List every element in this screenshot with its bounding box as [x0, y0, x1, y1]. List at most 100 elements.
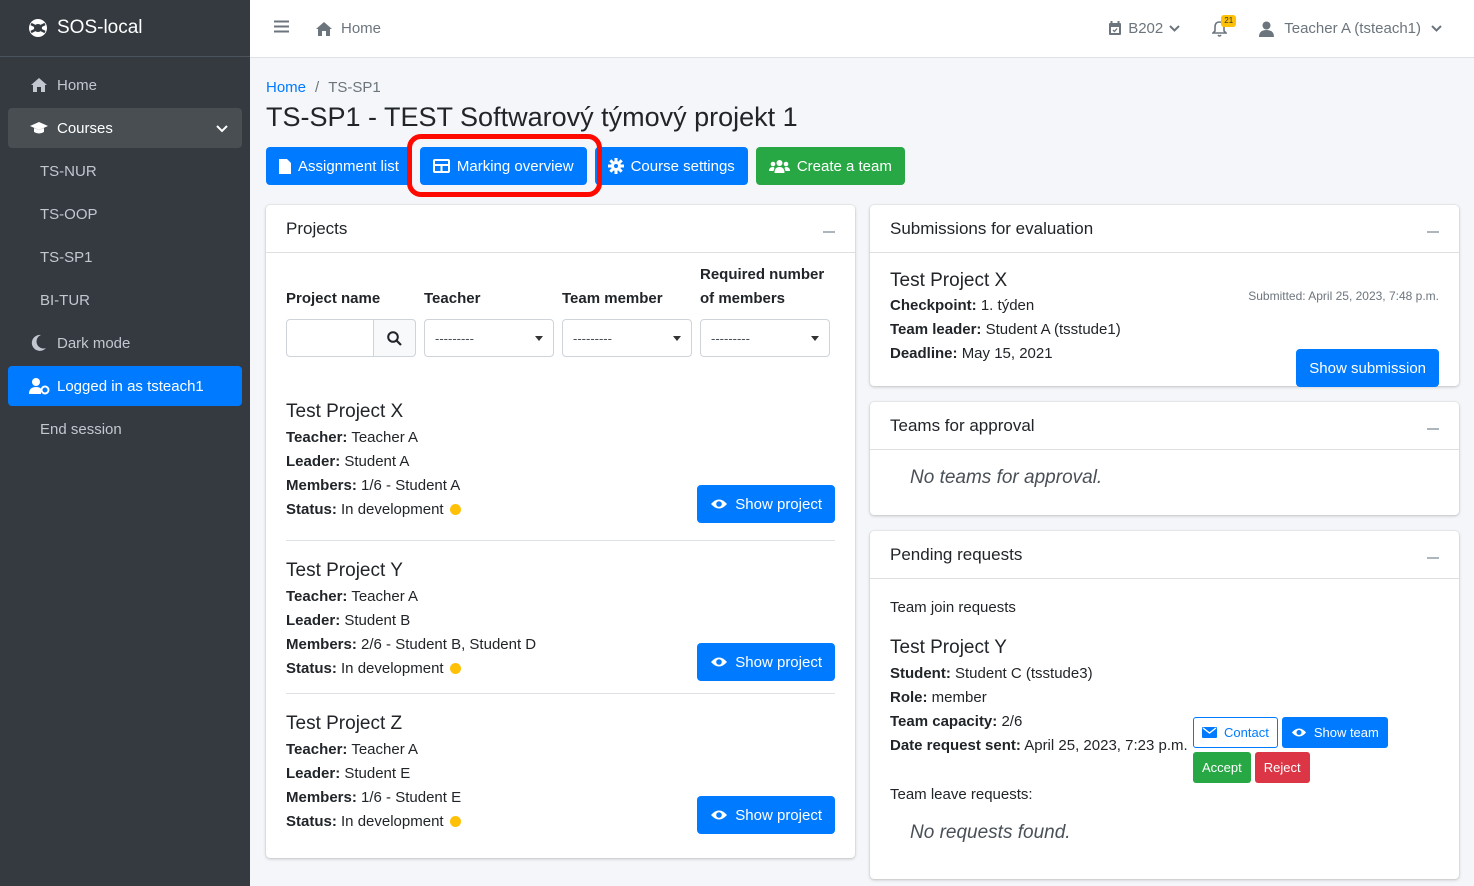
project-name-input[interactable]	[286, 319, 374, 357]
topbar-home-label: Home	[341, 20, 382, 37]
project-filters: Project name Teacher --------- Team memb…	[286, 266, 835, 357]
field-value: Student B	[344, 612, 411, 629]
collapse-icon[interactable]	[823, 230, 835, 233]
breadcrumb-home-link[interactable]: Home	[266, 79, 306, 96]
field-value: In development	[341, 813, 444, 830]
project-teacher: Teacher: Teacher A	[286, 585, 835, 609]
assignment-list-label: Assignment list	[298, 157, 399, 175]
eye-icon	[711, 499, 728, 509]
field-value: 1/6 - Student E	[361, 789, 462, 806]
field-value: 1. týden	[980, 297, 1035, 314]
field-label: Status:	[286, 813, 337, 830]
submissions-card-title: Submissions for evaluation	[890, 218, 1094, 238]
notifications-button[interactable]: 21	[1212, 14, 1237, 37]
project-item: Test Project Z Teacher: Teacher A Leader…	[286, 694, 835, 847]
envelope-icon	[1202, 727, 1217, 738]
sidebar-item-ts-sp1[interactable]: TS-SP1	[8, 237, 242, 277]
sidebar-item-label: TS-SP1	[40, 248, 93, 266]
sidebar-item-home[interactable]: Home	[8, 65, 242, 105]
room-dropdown[interactable]: B202	[1108, 20, 1180, 37]
field-label: Members:	[286, 477, 357, 494]
field-label: Leader:	[286, 612, 341, 629]
menu-icon[interactable]	[274, 20, 289, 37]
sidebar-item-ts-oop[interactable]: TS-OOP	[8, 194, 242, 234]
create-team-button[interactable]: Create a team	[755, 147, 905, 185]
field-label: Date request sent:	[890, 737, 1021, 754]
action-buttons: Assignment list Marking overview Course …	[266, 134, 1458, 197]
field-value: Teacher A	[351, 741, 419, 758]
breadcrumb-separator: /	[315, 79, 320, 96]
team-member-select[interactable]: ---------	[562, 319, 692, 357]
user-icon	[1259, 21, 1275, 37]
collapse-icon[interactable]	[1427, 556, 1439, 559]
field-label: Teacher:	[286, 588, 348, 605]
chevron-down-icon	[216, 120, 228, 137]
field-label: Status:	[286, 501, 337, 518]
leave-requests-empty-text: No requests found.	[910, 822, 1071, 843]
approval-card-title: Teams for approval	[890, 415, 1035, 435]
breadcrumb-current: TS-SP1	[328, 79, 381, 96]
sidebar-item-logged-in[interactable]: Logged in as tsteach1	[8, 366, 242, 406]
approval-empty-text: No teams for approval.	[910, 467, 1103, 488]
show-project-button[interactable]: Show project	[697, 643, 835, 681]
topbar-home-link[interactable]: Home	[315, 20, 381, 37]
field-value: In development	[341, 660, 444, 677]
submission-timestamp: Submitted: April 25, 2023, 7:48 p.m.	[1248, 289, 1439, 303]
select-value: ---------	[435, 330, 474, 346]
show-project-button[interactable]: Show project	[697, 485, 835, 523]
project-leader: Leader: Student A	[286, 450, 835, 474]
requests-card: Pending requests Team join requests Test…	[870, 531, 1459, 879]
required-members-select[interactable]: ---------	[700, 319, 830, 357]
sidebar-item-label: End session	[40, 420, 122, 438]
accept-button[interactable]: Accept	[1193, 752, 1251, 783]
filter-label: Project name	[286, 290, 381, 307]
reject-button[interactable]: Reject	[1254, 752, 1310, 783]
field-label: Members:	[286, 789, 357, 806]
reject-label: Reject	[1263, 760, 1301, 775]
project-leader: Leader: Student E	[286, 762, 835, 786]
contact-button[interactable]: Contact	[1193, 717, 1278, 748]
show-project-button[interactable]: Show project	[697, 796, 835, 834]
requests-card-title: Pending requests	[890, 544, 1023, 564]
collapse-icon[interactable]	[1427, 230, 1439, 233]
home-icon	[316, 21, 332, 36]
field-value: April 25, 2023, 7:23 p.m.	[1024, 737, 1188, 754]
status-dot	[449, 816, 461, 827]
field-label: Student:	[890, 665, 951, 682]
project-list: Test Project X Teacher: Teacher A Leader…	[286, 393, 835, 847]
teacher-select[interactable]: ---------	[424, 319, 554, 357]
sidebar-item-end-session[interactable]: End session	[8, 409, 242, 449]
calendar-icon	[1109, 21, 1122, 35]
course-settings-button[interactable]: Course settings	[594, 147, 748, 185]
user-dropdown[interactable]: Teacher A (tsteach1)	[1259, 20, 1442, 37]
sidebar-item-courses[interactable]: Courses	[8, 108, 242, 148]
show-team-button[interactable]: Show team	[1281, 717, 1388, 748]
show-submission-button[interactable]: Show submission	[1296, 349, 1439, 387]
approval-card: Teams for approval No teams for approval…	[870, 402, 1459, 515]
search-button[interactable]	[374, 319, 416, 357]
sidebar-item-ts-nur[interactable]: TS-NUR	[8, 151, 242, 191]
moon-icon	[28, 334, 50, 352]
project-title: Test Project Z	[286, 713, 403, 734]
filter-team-member: Team member ---------	[562, 271, 692, 357]
field-value: May 15, 2021	[961, 345, 1053, 362]
page-title: TS-SP1 - TEST Softwarový týmový projekt …	[266, 102, 798, 132]
contact-label: Contact	[1224, 725, 1269, 740]
request-student: Student: Student C (tsstude3)	[890, 662, 1439, 686]
sidebar-item-label: Home	[57, 76, 98, 94]
field-label: Status:	[286, 660, 337, 677]
marking-overview-button[interactable]: Marking overview	[419, 147, 587, 185]
gear-icon	[607, 158, 624, 174]
assignment-list-button[interactable]: Assignment list	[266, 147, 412, 185]
topbar: Home B202 21 Teacher A (tsteach1)	[250, 0, 1474, 58]
requests-card-header: Pending requests	[870, 531, 1459, 579]
field-label: Team leader:	[890, 321, 982, 338]
select-value: ---------	[711, 330, 750, 346]
field-label: Role:	[890, 689, 928, 706]
sidebar-item-dark-mode[interactable]: Dark mode	[8, 323, 242, 363]
collapse-icon[interactable]	[1427, 427, 1439, 430]
brand[interactable]: SOS-local	[0, 0, 250, 57]
sidebar-item-bi-tur[interactable]: BI-TUR	[8, 280, 242, 320]
caret-down-icon	[811, 335, 819, 341]
project-item: Test Project Y Teacher: Teacher A Leader…	[286, 541, 835, 694]
